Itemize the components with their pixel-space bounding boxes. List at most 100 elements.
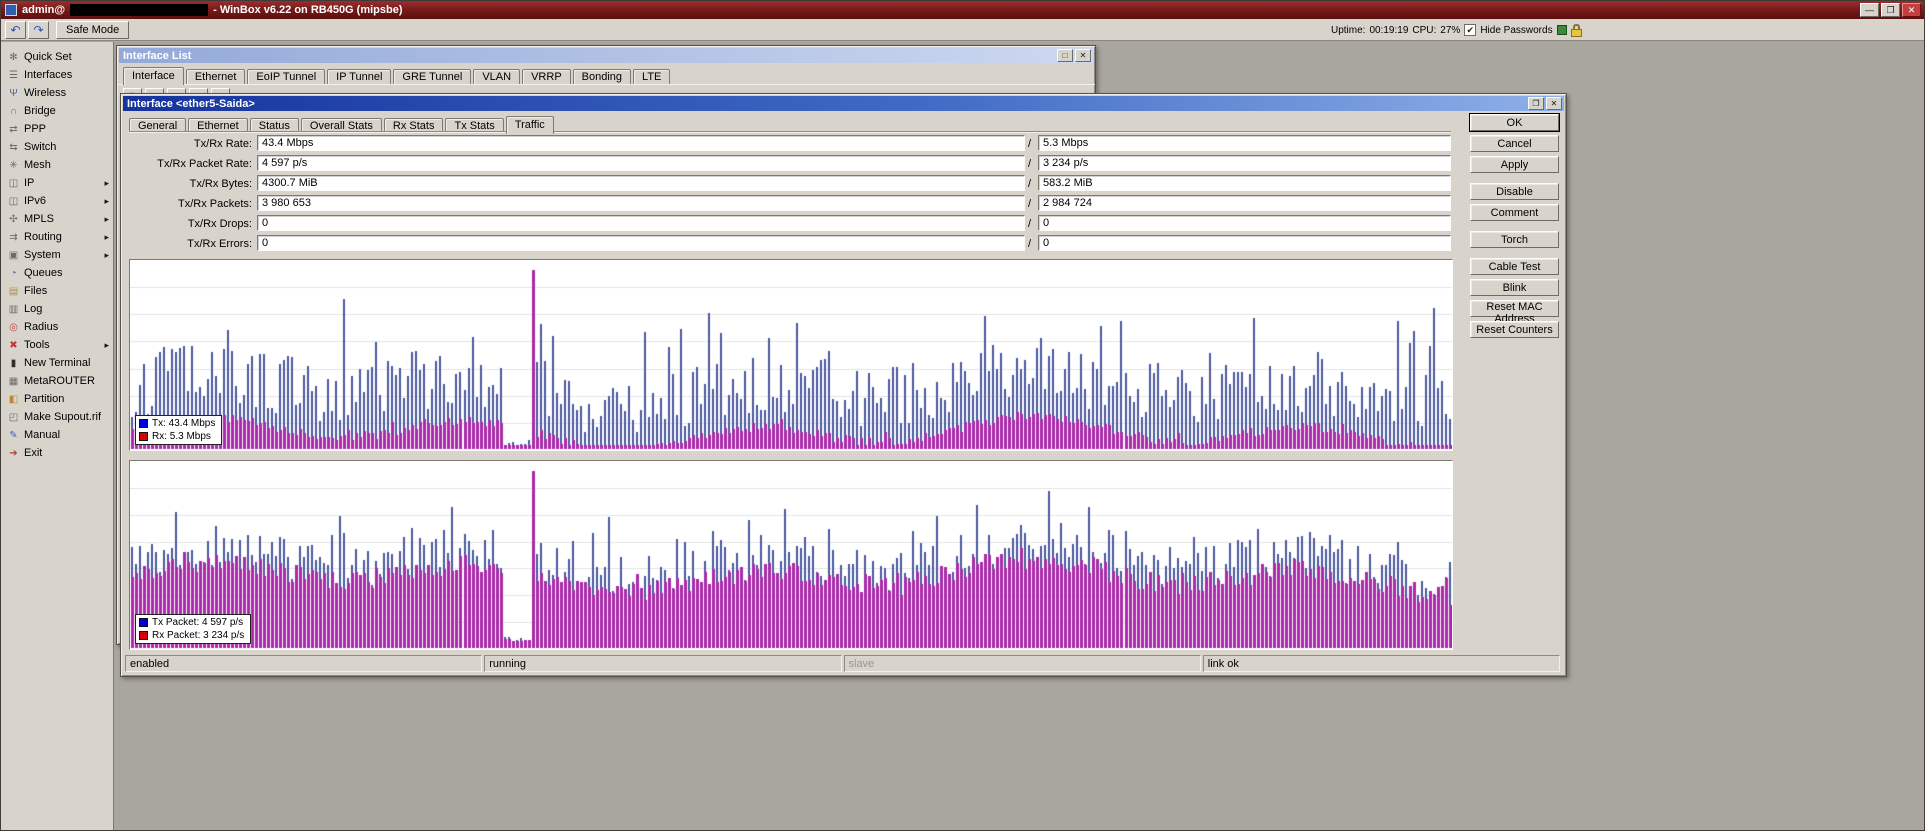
- redo-button[interactable]: ↷: [28, 21, 49, 39]
- sidebar-item-label: Tools: [24, 339, 50, 351]
- sidebar-item-quick-set[interactable]: ✻ Quick Set ▸: [1, 48, 113, 66]
- sidebar-item-label: Interfaces: [24, 69, 72, 81]
- sidebar-item-queues[interactable]: ◔ Queues ▸: [1, 264, 113, 282]
- tx-value-field[interactable]: 3 980 653: [257, 195, 1025, 211]
- sidebar-item-switch[interactable]: ⇆ Switch ▸: [1, 138, 113, 156]
- cpu-value: 27%: [1440, 25, 1460, 36]
- redacted-address: [70, 4, 208, 16]
- wireless-icon: Ψ: [7, 88, 20, 99]
- main-titlebar[interactable]: admin@ - WinBox v6.22 on RB450G (mipsbe)…: [1, 1, 1924, 19]
- dialog-button-comment[interactable]: Comment: [1470, 204, 1559, 221]
- log-icon: ▥: [7, 304, 20, 315]
- sidebar-item-make-supout-rif[interactable]: ◰ Make Supout.rif ▸: [1, 408, 113, 426]
- rx-value-field[interactable]: 3 234 p/s: [1038, 155, 1451, 171]
- sidebar-item-label: System: [24, 249, 61, 261]
- sidebar-item-wireless[interactable]: Ψ Wireless ▸: [1, 84, 113, 102]
- sidebar-item-label: Mesh: [24, 159, 51, 171]
- sidebar-item-log[interactable]: ▥ Log ▸: [1, 300, 113, 318]
- sidebar-item-metarouter[interactable]: ▦ MetaROUTER ▸: [1, 372, 113, 390]
- stat-label: Tx/Rx Bytes:: [121, 178, 252, 190]
- legend-entry: Tx: 43.4 Mbps: [139, 418, 215, 429]
- dialog-tab-traffic[interactable]: Traffic: [506, 116, 554, 134]
- sidebar-item-routing[interactable]: ⇉ Routing ▸: [1, 228, 113, 246]
- rx-value-field[interactable]: 0: [1038, 215, 1451, 231]
- dialog-button-cable-test[interactable]: Cable Test: [1470, 258, 1559, 275]
- radius-icon: ◎: [7, 322, 20, 333]
- safe-mode-button[interactable]: Safe Mode: [56, 21, 129, 39]
- tx-value-field[interactable]: 43.4 Mbps: [257, 135, 1025, 151]
- dialog-button-ok[interactable]: OK: [1470, 114, 1559, 131]
- tx-value-field[interactable]: 4300.7 MiB: [257, 175, 1025, 191]
- interface-list-tab-eoip-tunnel[interactable]: EoIP Tunnel: [247, 69, 325, 84]
- interface-list-maximize-button[interactable]: □: [1057, 49, 1073, 62]
- interface-list-title: Interface List: [123, 50, 191, 62]
- legend-entry: Tx Packet: 4 597 p/s: [139, 617, 244, 628]
- sidebar-item-mpls[interactable]: ✣ MPLS ▸: [1, 210, 113, 228]
- dialog-button-reset-mac-address[interactable]: Reset MAC Address: [1470, 300, 1559, 317]
- hide-passwords-checkbox[interactable]: ✔: [1464, 24, 1476, 36]
- app-title-suffix: - WinBox v6.22 on RB450G (mipsbe): [213, 4, 402, 16]
- sidebar-item-system[interactable]: ▣ System ▸: [1, 246, 113, 264]
- dialog-button-apply[interactable]: Apply: [1470, 156, 1559, 173]
- rx-value-field[interactable]: 2 984 724: [1038, 195, 1451, 211]
- app-title: admin@ - WinBox v6.22 on RB450G (mipsbe): [22, 4, 403, 16]
- submenu-arrow-icon: ▸: [104, 214, 109, 225]
- interface-list-tab-bonding[interactable]: Bonding: [573, 69, 631, 84]
- sidebar-item-files[interactable]: ▤ Files ▸: [1, 282, 113, 300]
- sidebar-item-new-terminal[interactable]: ▮ New Terminal ▸: [1, 354, 113, 372]
- tx-value-field[interactable]: 4 597 p/s: [257, 155, 1025, 171]
- switch-icon: ⇆: [7, 142, 20, 153]
- interface-list-tab-vlan[interactable]: VLAN: [473, 69, 520, 84]
- dialog-maximize-button[interactable]: ❐: [1528, 97, 1544, 110]
- sidebar-item-label: Exit: [24, 447, 42, 459]
- rx-value-field[interactable]: 583.2 MiB: [1038, 175, 1451, 191]
- tx-value-field[interactable]: 0: [257, 235, 1025, 251]
- sidebar-item-manual[interactable]: ✎ Manual ▸: [1, 426, 113, 444]
- submenu-arrow-icon: ▸: [104, 196, 109, 207]
- dialog-button-torch[interactable]: Torch: [1470, 231, 1559, 248]
- dialog-button-disable[interactable]: Disable: [1470, 183, 1559, 200]
- dialog-close-button[interactable]: ✕: [1546, 97, 1562, 110]
- interface-list-tab-vrrp[interactable]: VRRP: [522, 69, 571, 84]
- dialog-titlebar[interactable]: Interface <ether5-Saida> ❐ ✕: [123, 96, 1564, 111]
- interface-list-tab-lte[interactable]: LTE: [633, 69, 670, 84]
- close-button[interactable]: ✕: [1902, 3, 1921, 17]
- terminal-icon: ▮: [7, 358, 20, 369]
- stat-separator: /: [1028, 158, 1031, 170]
- interface-list-tab-ip-tunnel[interactable]: IP Tunnel: [327, 69, 391, 84]
- sidebar-item-partition[interactable]: ◧ Partition ▸: [1, 390, 113, 408]
- dialog-button-blink[interactable]: Blink: [1470, 279, 1559, 296]
- maximize-button[interactable]: ❐: [1881, 3, 1900, 17]
- sidebar-item-tools[interactable]: ✖ Tools ▸: [1, 336, 113, 354]
- app-title-user: admin@: [22, 4, 65, 16]
- lock-icon: [1571, 24, 1582, 37]
- sidebar-item-ppp[interactable]: ⇄ PPP ▸: [1, 120, 113, 138]
- tx-value-field[interactable]: 0: [257, 215, 1025, 231]
- status-running: running: [484, 655, 841, 672]
- sidebar-item-ip[interactable]: ◫ IP ▸: [1, 174, 113, 192]
- rx-value-field[interactable]: 5.3 Mbps: [1038, 135, 1451, 151]
- uptime-label: Uptime:: [1331, 25, 1365, 36]
- files-icon: ▤: [7, 286, 20, 297]
- interface-list-titlebar[interactable]: Interface List □ ✕: [119, 48, 1093, 63]
- rx-value-field[interactable]: 0: [1038, 235, 1451, 251]
- undo-button[interactable]: ↶: [5, 21, 26, 39]
- supout-icon: ◰: [7, 412, 20, 423]
- interface-list-tab-ethernet[interactable]: Ethernet: [186, 69, 246, 84]
- sidebar-item-bridge[interactable]: ∩ Bridge ▸: [1, 102, 113, 120]
- interface-list-close-button[interactable]: ✕: [1075, 49, 1091, 62]
- minimize-button[interactable]: —: [1860, 3, 1879, 17]
- interface-list-tab-gre-tunnel[interactable]: GRE Tunnel: [393, 69, 471, 84]
- sidebar-item-ipv6[interactable]: ◫ IPv6 ▸: [1, 192, 113, 210]
- sidebar-item-mesh[interactable]: ✳ Mesh ▸: [1, 156, 113, 174]
- dialog-button-reset-counters[interactable]: Reset Counters: [1470, 321, 1559, 338]
- sidebar-item-label: Manual: [24, 429, 60, 441]
- dialog-button-cancel[interactable]: Cancel: [1470, 135, 1559, 152]
- sidebar-item-exit[interactable]: ➔ Exit ▸: [1, 444, 113, 462]
- legend-swatch: [139, 631, 148, 640]
- stat-row-tx-rx-packet-rate: Tx/Rx Packet Rate: 4 597 p/s / 3 234 p/s: [121, 155, 1461, 175]
- sidebar-item-radius[interactable]: ◎ Radius ▸: [1, 318, 113, 336]
- sidebar-item-interfaces[interactable]: ☰ Interfaces ▸: [1, 66, 113, 84]
- interface-list-tab-interface[interactable]: Interface: [123, 67, 184, 85]
- sidebar-item-label: IP: [24, 177, 34, 189]
